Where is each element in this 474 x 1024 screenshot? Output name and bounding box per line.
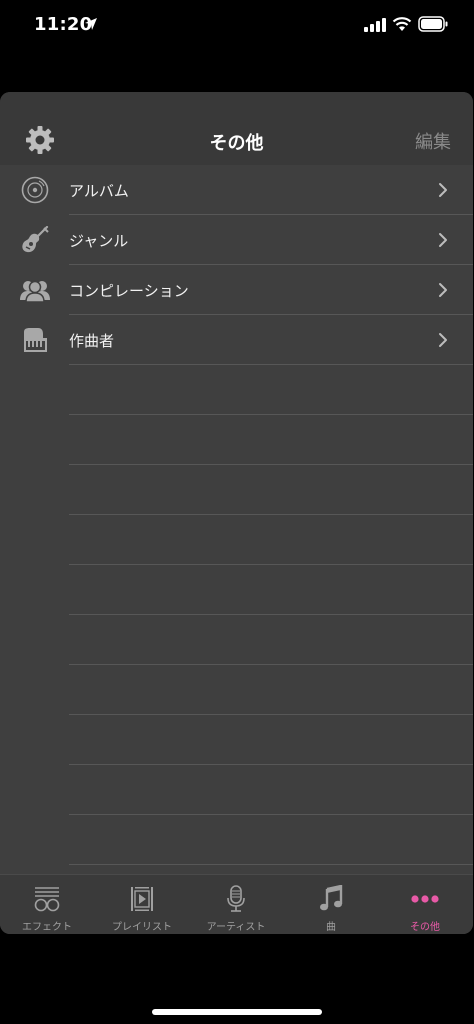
- chevron-right-icon: [439, 233, 447, 247]
- empty-row-separator: [69, 414, 473, 415]
- album-disc-icon: [21, 176, 49, 204]
- guitar-icon: [22, 226, 49, 253]
- chevron-right-icon: [439, 333, 447, 347]
- chevron-right-icon: [439, 183, 447, 197]
- microphone-icon: [227, 885, 245, 912]
- list-item-composer[interactable]: 作曲者: [0, 315, 473, 365]
- effects-icon: [34, 887, 60, 912]
- tab-effects[interactable]: エフェクト: [0, 875, 94, 934]
- nav-bar: その他 編集: [0, 92, 473, 165]
- edit-button[interactable]: 編集: [415, 128, 451, 154]
- empty-row-separator: [69, 864, 473, 865]
- list-item-label: アルバム: [69, 182, 129, 200]
- piano-icon: [24, 328, 47, 352]
- tab-songs[interactable]: 曲: [284, 875, 378, 934]
- list-item-label: ジャンル: [69, 232, 129, 250]
- more-dots-icon: [411, 895, 439, 903]
- tab-artist[interactable]: アーティスト: [189, 875, 283, 934]
- home-indicator[interactable]: [152, 1009, 322, 1015]
- playlist-icon: [131, 887, 153, 911]
- music-note-icon: [320, 885, 343, 911]
- tab-playlist[interactable]: プレイリスト: [95, 875, 189, 934]
- empty-row-separator: [69, 714, 473, 715]
- people-icon: [20, 280, 50, 303]
- battery-icon: [418, 16, 448, 32]
- tab-label: アーティスト: [206, 922, 266, 933]
- empty-row-separator: [69, 514, 473, 515]
- wifi-icon: [392, 17, 412, 31]
- tab-label: プレイリスト: [112, 922, 172, 933]
- list-item-album[interactable]: アルバム: [0, 165, 473, 215]
- empty-row-separator: [69, 814, 473, 815]
- list-item-genre[interactable]: ジャンル: [0, 215, 473, 265]
- location-arrow-icon: [85, 18, 97, 30]
- chevron-right-icon: [439, 283, 447, 297]
- list-item-label: 作曲者: [69, 332, 115, 350]
- empty-row-separator: [69, 564, 473, 565]
- tab-bar: エフェクト プレイリスト アーティスト 曲 その他: [0, 874, 473, 934]
- list-item-label: コンピレーション: [69, 282, 189, 300]
- empty-row-separator: [69, 614, 473, 615]
- list-item-compilation[interactable]: コンピレーション: [0, 265, 473, 315]
- tab-more[interactable]: その他: [378, 875, 472, 934]
- empty-row-separator: [69, 764, 473, 765]
- empty-row-separator: [69, 464, 473, 465]
- tab-label: 曲: [326, 922, 336, 933]
- more-sheet: その他 編集 アルバム ジャンル コンピレーション 作曲者 エフェクト プレイリ…: [0, 92, 473, 934]
- empty-row-separator: [69, 664, 473, 665]
- separator: [69, 364, 473, 365]
- page-title: その他: [209, 133, 264, 154]
- status-bar: 11:20: [0, 0, 474, 50]
- tab-label: エフェクト: [22, 922, 72, 933]
- signal-icon: [364, 18, 386, 32]
- tab-label: その他: [410, 922, 440, 933]
